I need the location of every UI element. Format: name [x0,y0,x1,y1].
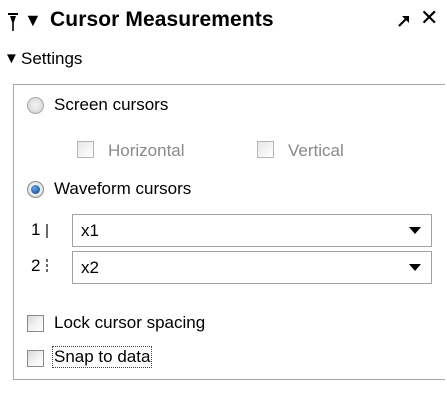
cursor2-index: 2 [31,256,41,275]
chevron-down-icon[interactable] [398,252,431,283]
vertical-label: Vertical [288,141,344,160]
snap-to-data-checkbox[interactable] [27,350,44,367]
cursor1-select-value: x1 [81,221,99,240]
screen-cursors-label[interactable]: Screen cursors [54,95,168,115]
screen-cursors-radio[interactable] [27,97,44,114]
cursor1-select[interactable]: x1 [72,214,432,247]
undock-arrow-icon[interactable] [397,14,411,28]
waveform-cursors-label[interactable]: Waveform cursors [54,179,191,199]
snap-to-data-label[interactable]: Snap to data [51,346,153,368]
waveform-cursors-radio[interactable] [27,181,44,198]
vertical-checkbox[interactable] [257,141,274,158]
horizontal-checkbox[interactable] [77,141,94,158]
cursor1-index: 1 [31,220,41,239]
lock-cursor-spacing-checkbox[interactable] [27,315,44,332]
collapse-caret-icon[interactable]: ▼ [24,10,42,30]
panel-title: Cursor Measurements [50,8,274,31]
pin-icon[interactable] [7,12,19,32]
lock-cursor-spacing-label[interactable]: Lock cursor spacing [54,313,205,333]
settings-section-label[interactable]: Settings [21,48,82,70]
horizontal-label: Horizontal [108,141,185,160]
close-icon[interactable]: ✕ [420,6,438,30]
solid-cursor-line-icon [46,224,48,238]
chevron-down-icon[interactable] [398,215,431,246]
dashed-cursor-line-icon [46,259,48,273]
settings-caret-icon[interactable]: ▼ [4,50,19,68]
cursor2-select[interactable]: x2 [72,251,432,284]
cursor2-select-value: x2 [81,258,99,277]
